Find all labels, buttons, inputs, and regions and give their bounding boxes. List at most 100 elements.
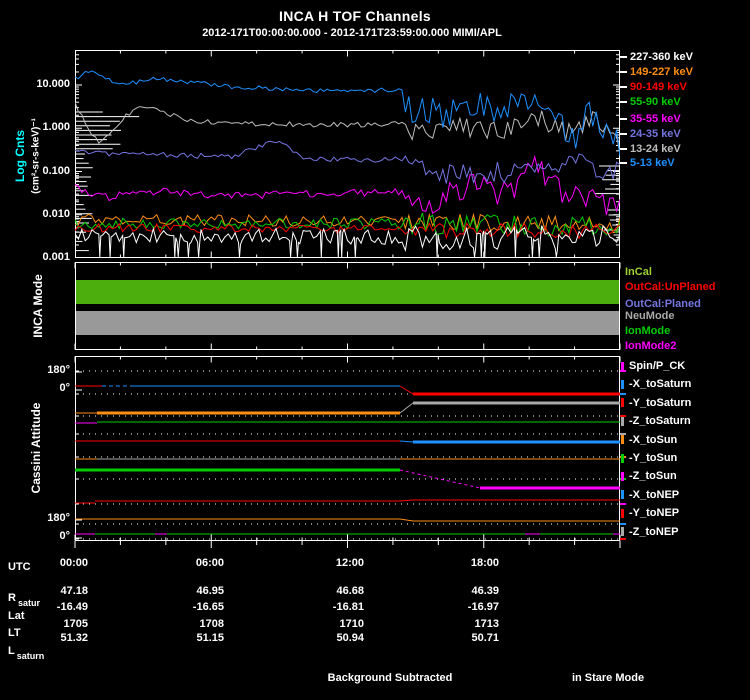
attitude-legend-tick-icon (621, 490, 624, 500)
table-cell: 51.15 (196, 632, 224, 644)
attitude-legend-tick-icon (621, 527, 624, 537)
channel-legend-item: 55-90 keV (620, 96, 681, 108)
table-cell: 12:00 (335, 557, 364, 569)
table-cell: -16.81 (332, 601, 364, 613)
table-cell: 06:00 (195, 557, 224, 569)
mode-panel-ylabel: INCA Mode (31, 274, 45, 338)
table-row-label: Lsaturn (8, 645, 45, 661)
attitude-legend-tick-icon (621, 398, 624, 408)
table-cell: 47.18 (60, 585, 88, 597)
inca-plot-page: INCA H TOF Channels 2012-171T00:00:00.00… (0, 0, 750, 700)
channel-legend-item: 13-24 keV (620, 143, 681, 155)
attitude-ytick-label: 0° (59, 530, 70, 542)
attitude-legend-tick-icon (621, 416, 624, 426)
table-cell: -16.97 (467, 601, 499, 613)
page-title: INCA H TOF Channels (279, 8, 431, 24)
legend-dash-icon (620, 118, 627, 120)
stare-mode-note: in Stare Mode (571, 672, 645, 684)
plot-line (399, 402, 414, 414)
plot-rect (75, 262, 620, 350)
attitude-legend-tick-icon (621, 361, 624, 371)
mode-legend-label: IonMode (625, 325, 671, 337)
legend-dash-icon (620, 101, 627, 103)
attitude-legend-label: -Y_toSaturn (629, 396, 692, 409)
legend-dash-icon (620, 71, 627, 73)
table-cell: 1713 (474, 618, 499, 630)
channel-legend-label: 24-35 keV (630, 128, 681, 140)
channel-legend-label: 227-360 keV (630, 51, 693, 63)
top-ytick-label: 0.001 (42, 251, 70, 263)
legend-dash-icon (620, 133, 627, 135)
attitude-legend-item: -Y_toNEP (621, 507, 679, 519)
channel-legend-label: 90-149 keV (630, 81, 687, 93)
table-row-label-subscript: saturn (16, 651, 45, 661)
attitude-legend-label: -X_toNEP (629, 488, 680, 501)
data-series-line (75, 101, 620, 155)
legend-dash-icon (620, 86, 627, 88)
mode-legend-label: OutCal:UnPlaned (625, 281, 716, 293)
top-ytick-label: 0.010 (42, 208, 70, 220)
table-cell: 50.94 (336, 632, 364, 644)
plot-line (399, 499, 414, 502)
legend-dash-icon (620, 148, 627, 150)
attitude-legend-item: -Y_toSaturn (621, 397, 691, 409)
attitude-ytick-label: 180° (47, 512, 70, 524)
table-cell: 51.32 (60, 632, 88, 644)
legend-dash-icon (620, 162, 627, 164)
top-ytick-label: 1.000 (42, 121, 70, 133)
attitude-legend-item: -Z_toSaturn (621, 415, 691, 427)
attitude-legend-tick-icon (621, 435, 624, 445)
channel-legend-item: 227-360 keV (620, 51, 693, 63)
attitude-legend-label: Spin/P_CK (629, 360, 686, 372)
attitude-ytick-label: 0° (59, 382, 70, 394)
attitude-legend-item: -Z_toNEP (621, 526, 679, 538)
attitude-legend-label: -Z_toSun (629, 470, 677, 483)
top-ytick-label: 10.000 (36, 78, 70, 90)
attitude-ytick-label: 180° (47, 364, 70, 376)
attitude-legend-item: -X_toNEP (621, 489, 679, 501)
attitude-legend-label: -X_toSun (629, 433, 678, 446)
channel-legend-item: 5-13 keV (620, 157, 675, 169)
attitude-legend-label: -Z_toSaturn (629, 415, 691, 428)
mode-legend-label: InCal (625, 266, 652, 278)
legend-dash-icon (620, 56, 627, 58)
plot-line (399, 518, 414, 522)
top-ytick-label: 0.100 (42, 165, 70, 177)
time-range-subtitle: 2012-171T00:00:00.000 - 2012-171T23:59:0… (202, 27, 502, 39)
mode-legend-label: NeuMode (625, 310, 675, 322)
attitude-legend-tick-icon (621, 379, 624, 389)
attitude-legend-label: -Y_toSun (629, 452, 678, 464)
inca-mode-chart (74, 262, 621, 350)
channel-legend-item: 24-35 keV (620, 128, 681, 140)
cassini-attitude-chart (74, 356, 626, 548)
data-series-line (75, 140, 620, 185)
attitude-legend-item: -X_toSun (621, 434, 677, 446)
channel-legend-label: 149-227 keV (630, 66, 693, 78)
table-cell: 18:00 (470, 557, 499, 569)
attitude-legend-item: -Y_toSun (621, 452, 677, 464)
attitude-legend-item: Spin/P_CK (621, 360, 685, 372)
plot-line (399, 440, 414, 443)
attitude-legend-label: -Y_toNEP (629, 507, 680, 520)
table-cell: -16.49 (56, 601, 88, 613)
plot-line (399, 385, 414, 395)
attitude-legend-tick-icon (621, 508, 624, 518)
channel-legend-label: 35-55 keV (630, 113, 681, 125)
tof-channels-chart (75, 50, 620, 258)
table-cell: -16.65 (192, 601, 224, 613)
channel-legend-item: 35-55 keV (620, 113, 681, 125)
attitude-legend-tick-icon (621, 471, 624, 481)
plot-rect (75, 356, 620, 541)
mode-legend-label: IonMode2 (625, 340, 677, 352)
data-series-line (75, 154, 620, 216)
attitude-legend-tick-icon (621, 453, 624, 463)
channel-legend-item: 90-149 keV (620, 81, 687, 93)
channel-legend-label: 55-90 keV (630, 96, 681, 108)
table-cell: 46.39 (471, 585, 499, 597)
data-series-line (75, 70, 620, 157)
table-cell: 1710 (339, 618, 364, 630)
attitude-legend-label: -Z_toNEP (629, 525, 679, 538)
mode-legend-label: OutCal:Planed (625, 298, 701, 310)
mode-bar-active-upper (76, 280, 619, 304)
table-cell: 50.71 (471, 632, 499, 644)
